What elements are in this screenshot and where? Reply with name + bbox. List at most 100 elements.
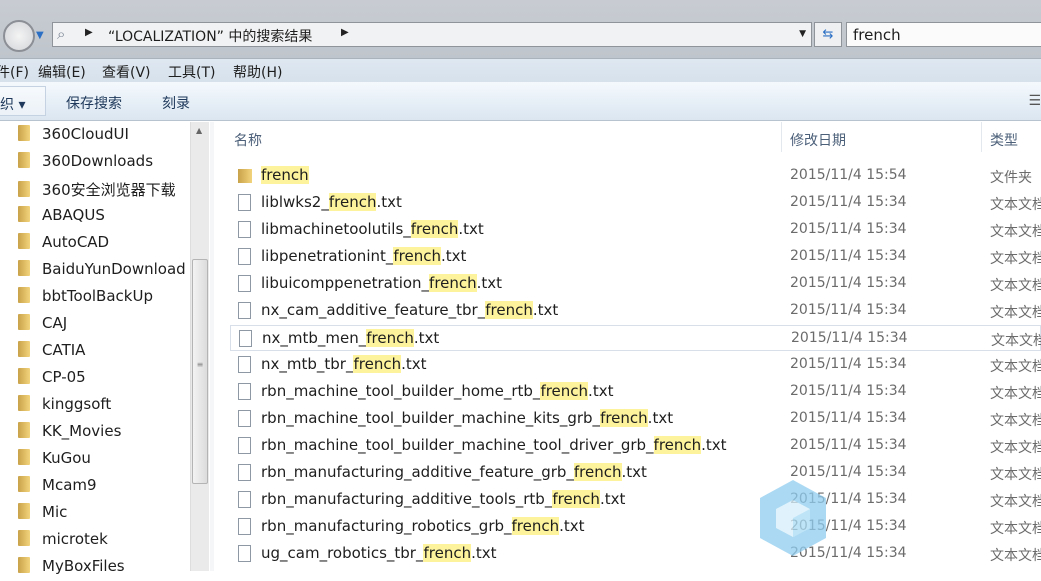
- search-match-highlight: french: [573, 463, 622, 481]
- refresh-button[interactable]: ⇆: [814, 22, 842, 47]
- nav-item[interactable]: Mic: [18, 503, 67, 527]
- title-bar: ▼ ⌕ ▶ “LOCALIZATION” 中的搜索结果 ▶ ▼ ⇆ french: [0, 0, 1041, 58]
- pane-divider[interactable]: [210, 122, 214, 571]
- nav-item[interactable]: Mcam9: [18, 476, 97, 500]
- nav-item[interactable]: CATIA: [18, 341, 85, 365]
- text-file-icon: [238, 545, 251, 562]
- menu-edit[interactable]: 编辑(E): [38, 62, 86, 82]
- file-row[interactable]: nx_cam_additive_feature_tbr_french.txt 20…: [230, 298, 1041, 324]
- command-bar: 织 ▾ 保存搜索 刻录 ☰: [0, 82, 1041, 121]
- file-type: 文本文档: [990, 521, 1041, 537]
- file-name: libmachinetoolutils_french.txt: [261, 220, 484, 238]
- search-input[interactable]: french: [846, 22, 1041, 47]
- file-row[interactable]: rbn_machine_tool_builder_machine_kits_gr…: [230, 406, 1041, 432]
- nav-item[interactable]: ABAQUS: [18, 206, 105, 230]
- breadcrumb[interactable]: “LOCALIZATION” 中的搜索结果: [108, 26, 312, 46]
- folder-icon: [18, 341, 30, 357]
- folder-icon: [18, 314, 30, 330]
- nav-item-label: kinggsoft: [42, 395, 112, 413]
- file-date: 2015/11/4 15:34: [790, 248, 907, 264]
- scroll-up-icon[interactable]: ▲: [196, 126, 202, 135]
- search-match-highlight: french: [653, 436, 702, 454]
- breadcrumb-arrow-icon[interactable]: ▶: [341, 27, 349, 38]
- nav-item[interactable]: 360Downloads: [18, 152, 153, 176]
- nav-item-label: MyBoxFiles: [42, 557, 125, 575]
- text-file-icon: [239, 330, 252, 347]
- file-date: 2015/11/4 15:34: [790, 221, 907, 237]
- nav-item[interactable]: kinggsoft: [18, 395, 111, 419]
- column-separator[interactable]: [981, 122, 982, 152]
- address-dropdown-icon[interactable]: ▼: [799, 29, 806, 39]
- save-search-button[interactable]: 保存搜索: [66, 93, 122, 113]
- file-row[interactable]: rbn_manufacturing_robotics_grb_french.tx…: [230, 514, 1041, 540]
- file-type: 文本文档: [990, 440, 1041, 456]
- nav-item[interactable]: 360CloudUI: [18, 125, 129, 149]
- search-match-highlight: french: [600, 409, 648, 427]
- search-match-highlight: french: [393, 247, 441, 265]
- search-icon: ⌕: [57, 25, 66, 43]
- file-row[interactable]: french 2015/11/4 15:54 文件夹: [230, 163, 1041, 189]
- folder-icon: [238, 169, 252, 183]
- text-file-icon: [238, 491, 251, 508]
- text-file-icon: [238, 518, 251, 535]
- nav-item[interactable]: microtek: [18, 530, 108, 554]
- file-row[interactable]: libuicomppenetration_french.txt 2015/11/4…: [230, 271, 1041, 297]
- nav-item[interactable]: AutoCAD: [18, 233, 109, 257]
- address-bar[interactable]: ⌕ ▶ “LOCALIZATION” 中的搜索结果 ▶ ▼: [52, 22, 812, 47]
- file-row[interactable]: rbn_machine_tool_builder_home_rtb_french…: [230, 379, 1041, 405]
- file-name: rbn_machine_tool_builder_machine_tool_dr…: [261, 436, 727, 454]
- nav-item-label: CATIA: [42, 341, 86, 359]
- file-row[interactable]: liblwks2_french.txt 2015/11/4 15:34 文本文档: [230, 190, 1041, 216]
- menu-file[interactable]: 件(F): [0, 62, 29, 82]
- file-type: 文本文档: [990, 359, 1041, 375]
- file-row[interactable]: rbn_manufacturing_additive_feature_grb_f…: [230, 460, 1041, 486]
- file-row[interactable]: rbn_manufacturing_additive_tools_rtb_fre…: [230, 487, 1041, 513]
- file-type: 文本文档: [990, 278, 1041, 294]
- file-row[interactable]: nx_mtb_men_french.txt 2015/11/4 15:34 文本文档: [230, 325, 1041, 351]
- file-row[interactable]: ug_cam_robotics_tbr_french.txt 2015/11/4 …: [230, 541, 1041, 567]
- file-name: liblwks2_french.txt: [261, 193, 402, 211]
- nav-item[interactable]: bbtToolBackUp: [18, 287, 153, 311]
- column-header-name[interactable]: 名称: [234, 130, 262, 150]
- file-type: 文件夹: [990, 170, 1032, 186]
- nav-item-label: AutoCAD: [42, 233, 110, 251]
- menu-tools[interactable]: 工具(T): [168, 62, 215, 82]
- search-match-highlight: french: [366, 329, 414, 347]
- file-type: 文本文档: [990, 467, 1041, 483]
- menu-help[interactable]: 帮助(H): [233, 62, 282, 82]
- file-name: rbn_manufacturing_additive_tools_rtb_fre…: [261, 490, 626, 508]
- nav-item[interactable]: CP-05: [18, 368, 86, 392]
- column-header-date[interactable]: 修改日期: [790, 130, 846, 150]
- organize-button[interactable]: 织 ▾: [0, 86, 46, 116]
- menu-view[interactable]: 查看(V): [102, 62, 151, 82]
- nav-item-label: KK_Movies: [42, 422, 122, 440]
- file-row[interactable]: libmachinetoolutils_french.txt 2015/11/4 …: [230, 217, 1041, 243]
- column-separator[interactable]: [781, 122, 782, 152]
- search-match-highlight: french: [485, 301, 533, 319]
- menu-bar: 件(F) 编辑(E) 查看(V) 工具(T) 帮助(H): [0, 58, 1041, 82]
- nav-item[interactable]: BaiduYunDownload: [18, 260, 186, 284]
- file-row[interactable]: libpenetrationint_french.txt 2015/11/4 15…: [230, 244, 1041, 270]
- breadcrumb-arrow-icon[interactable]: ▶: [85, 27, 93, 38]
- nav-item[interactable]: 360安全浏览器下载: [18, 179, 176, 203]
- file-row[interactable]: rbn_machine_tool_builder_machine_tool_dr…: [230, 433, 1041, 459]
- nav-item[interactable]: CAJ: [18, 314, 67, 338]
- burn-button[interactable]: 刻录: [162, 93, 190, 113]
- file-name: libuicomppenetration_french.txt: [261, 274, 503, 292]
- scrollbar-thumb[interactable]: ≡: [192, 259, 208, 484]
- nav-item[interactable]: KK_Movies: [18, 422, 121, 446]
- text-file-icon: [238, 248, 251, 265]
- history-dropdown-icon[interactable]: ▼: [36, 30, 44, 41]
- search-match-highlight: french: [410, 220, 459, 238]
- nav-item-label: 360Downloads: [42, 152, 154, 170]
- file-date: 2015/11/4 15:34: [790, 410, 907, 426]
- nav-scrollbar[interactable]: ▲ ≡: [190, 122, 209, 571]
- file-date: 2015/11/4 15:54: [790, 167, 907, 183]
- file-type: 文本文档: [990, 305, 1041, 321]
- file-row[interactable]: nx_mtb_tbr_french.txt 2015/11/4 15:34 文本文档: [230, 352, 1041, 378]
- nav-item[interactable]: KuGou: [18, 449, 91, 473]
- nav-item[interactable]: MyBoxFiles: [18, 557, 125, 581]
- back-button[interactable]: [3, 20, 35, 52]
- column-header-type[interactable]: 类型: [990, 130, 1018, 150]
- view-options-icon[interactable]: ☰: [1028, 93, 1041, 109]
